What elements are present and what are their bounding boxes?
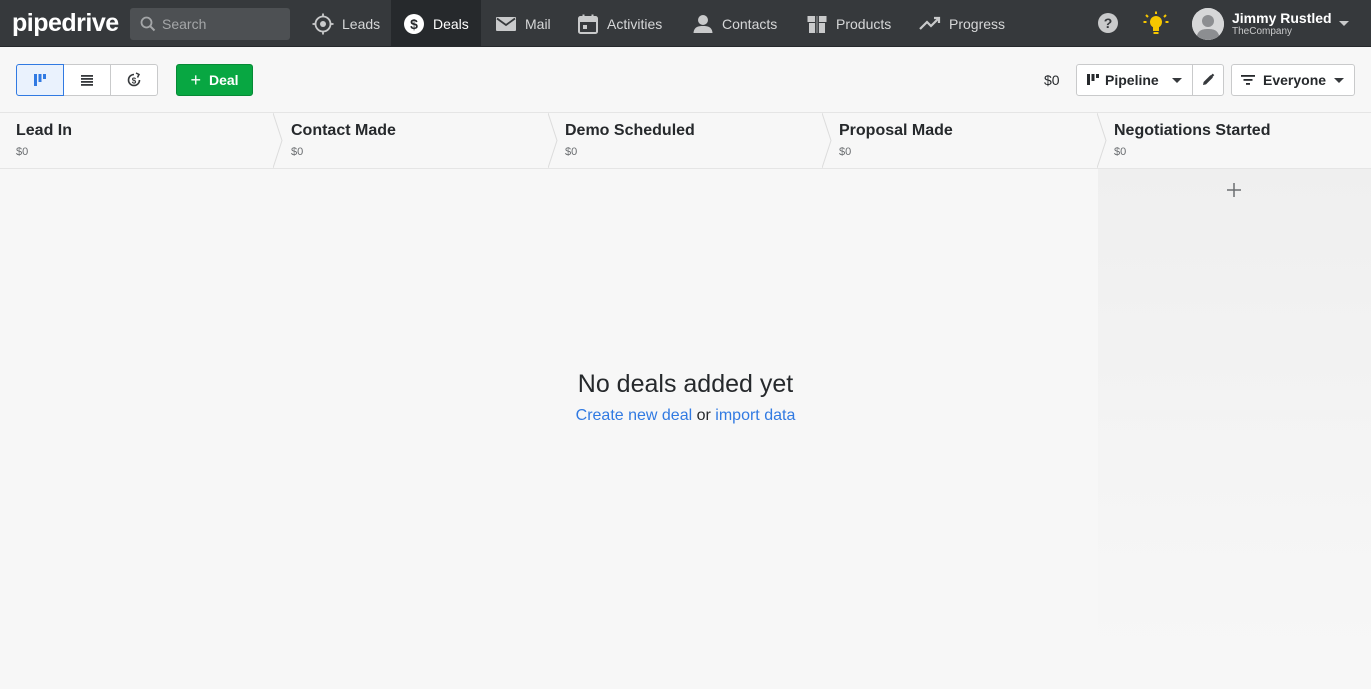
nav-deals[interactable]: $ Deals bbox=[391, 0, 481, 47]
stage-name: Negotiations Started bbox=[1114, 122, 1271, 139]
svg-text:?: ? bbox=[1104, 15, 1113, 31]
stage-lead-in[interactable]: Lead In $0 bbox=[0, 113, 274, 168]
box-icon bbox=[806, 13, 828, 35]
stage-value: $0 bbox=[291, 146, 304, 158]
forecast-view-button[interactable]: $ bbox=[110, 64, 158, 96]
empty-state-links: Create new deal or import data bbox=[0, 407, 1371, 425]
stage-value: $0 bbox=[16, 146, 29, 158]
stage-value: $0 bbox=[565, 146, 578, 158]
stage-name: Lead In bbox=[16, 122, 73, 139]
pipeline-stages: Lead In $0 Contact Made $0 Demo Schedule… bbox=[0, 112, 1371, 169]
stage-value: $0 bbox=[839, 146, 852, 158]
stage-negotiations-started[interactable]: Negotiations Started $0 bbox=[1098, 113, 1371, 168]
avatar bbox=[1192, 8, 1224, 40]
pipeline-total: $0 bbox=[1044, 72, 1060, 88]
owner-filter-label: Everyone bbox=[1263, 72, 1327, 88]
search-input[interactable]: Search bbox=[130, 8, 290, 40]
stage-demo-scheduled[interactable]: Demo Scheduled $0 bbox=[549, 113, 823, 168]
add-deal-to-stage-icon[interactable] bbox=[1224, 181, 1244, 201]
stage-name: Contact Made bbox=[291, 122, 396, 139]
pipedrive-logo[interactable]: pipedrive bbox=[12, 9, 119, 37]
trend-up-icon bbox=[919, 13, 941, 35]
nav-activities-label: Activities bbox=[607, 15, 663, 32]
or-text: or bbox=[696, 407, 711, 424]
import-data-link[interactable]: import data bbox=[715, 407, 795, 424]
stage-contact-made[interactable]: Contact Made $0 bbox=[275, 113, 549, 168]
nav-deals-label: Deals bbox=[433, 15, 469, 32]
empty-state-title: No deals added yet bbox=[577, 370, 794, 398]
nav-mail-label: Mail bbox=[525, 15, 551, 32]
help-icon[interactable]: ? bbox=[1097, 12, 1119, 39]
lightbulb-icon[interactable] bbox=[1143, 11, 1169, 42]
user-name: Jimmy Rustled bbox=[1232, 10, 1332, 26]
nav-products[interactable]: Products bbox=[794, 0, 903, 47]
plus-icon: + bbox=[190, 70, 201, 90]
svg-text:$: $ bbox=[410, 16, 418, 32]
list-view-button[interactable] bbox=[63, 64, 111, 96]
nav-contacts-label: Contacts bbox=[722, 15, 778, 32]
owner-filter-select[interactable]: Everyone bbox=[1231, 64, 1355, 96]
dollar-circle-icon: $ bbox=[403, 13, 425, 35]
forecast-view-icon: $ bbox=[127, 72, 141, 87]
create-new-deal-link[interactable]: Create new deal bbox=[576, 407, 693, 424]
search-icon bbox=[140, 16, 156, 32]
top-navigation-bar: pipedrive Search Leads $ Deals Mail Acti… bbox=[0, 0, 1371, 47]
stage-name: Demo Scheduled bbox=[565, 122, 695, 139]
svg-text:$: $ bbox=[132, 77, 137, 86]
chevron-down-icon bbox=[1172, 78, 1182, 83]
filter-icon bbox=[1241, 75, 1255, 85]
stage-name: Proposal Made bbox=[839, 122, 953, 139]
empty-state: No deals added yet Create new deal or im… bbox=[0, 368, 1371, 425]
nav-contacts[interactable]: Contacts bbox=[680, 0, 789, 47]
user-menu[interactable]: Jimmy Rustled TheCompany bbox=[1192, 8, 1332, 40]
pipeline-icon bbox=[1087, 74, 1099, 85]
envelope-icon bbox=[495, 13, 517, 35]
list-view-icon bbox=[81, 75, 93, 86]
add-deal-button[interactable]: + Deal bbox=[176, 64, 253, 96]
nav-leads-label: Leads bbox=[342, 15, 381, 32]
target-icon bbox=[312, 13, 334, 35]
user-company: TheCompany bbox=[1232, 26, 1293, 37]
pipeline-select[interactable]: Pipeline bbox=[1076, 64, 1193, 96]
nav-progress[interactable]: Progress bbox=[907, 0, 1017, 47]
nav-mail[interactable]: Mail bbox=[483, 0, 563, 47]
pipeline-label: Pipeline bbox=[1105, 72, 1159, 88]
stage-proposal-made[interactable]: Proposal Made $0 bbox=[823, 113, 1097, 168]
pencil-icon bbox=[1203, 73, 1215, 85]
edit-pipeline-button[interactable] bbox=[1192, 64, 1224, 96]
user-menu-caret-icon[interactable] bbox=[1339, 21, 1349, 26]
person-icon bbox=[692, 13, 714, 35]
search-placeholder: Search bbox=[162, 16, 207, 32]
view-switcher: $ bbox=[16, 64, 158, 96]
stage-value: $0 bbox=[1114, 146, 1127, 158]
nav-leads[interactable]: Leads bbox=[300, 0, 392, 47]
add-deal-label: Deal bbox=[208, 72, 239, 88]
nav-products-label: Products bbox=[836, 15, 892, 32]
nav-progress-label: Progress bbox=[949, 15, 1006, 32]
calendar-icon bbox=[577, 13, 599, 35]
nav-activities[interactable]: Activities bbox=[565, 0, 674, 47]
kanban-view-button[interactable] bbox=[16, 64, 64, 96]
chevron-down-icon bbox=[1334, 78, 1344, 83]
kanban-view-icon bbox=[34, 74, 46, 86]
